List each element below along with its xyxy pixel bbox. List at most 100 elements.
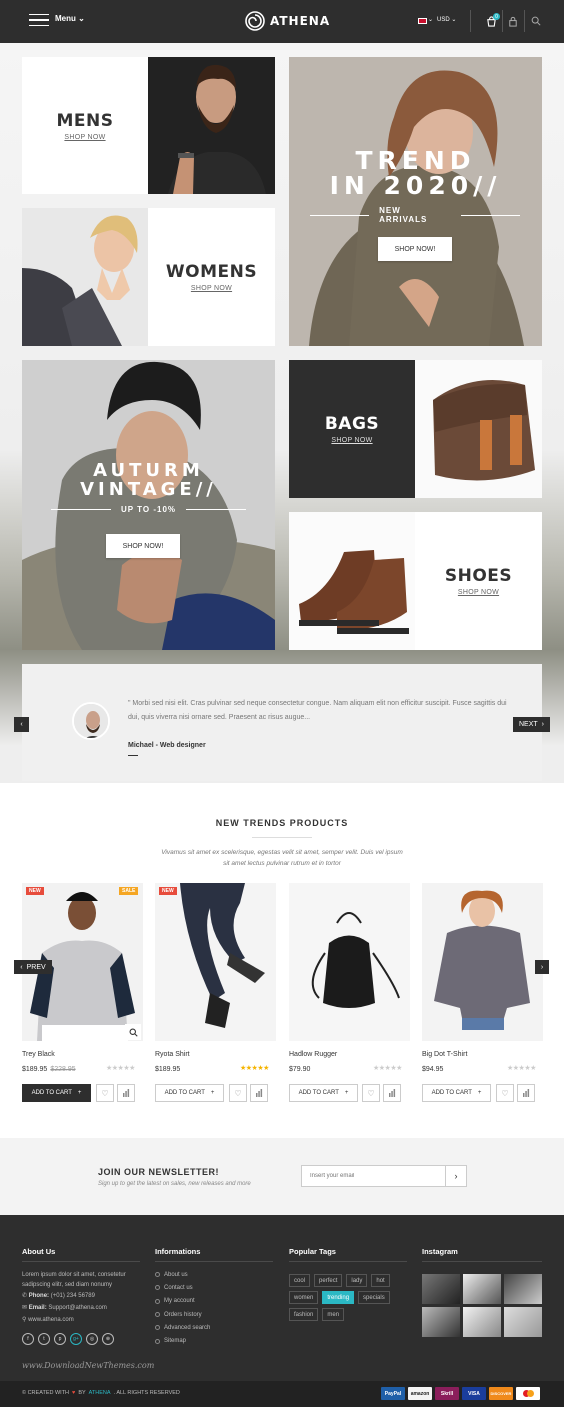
email-row: ✉ Email: Support@athena.com bbox=[22, 1303, 107, 1313]
email-label: Email: bbox=[28, 1305, 47, 1311]
compare-button[interactable] bbox=[117, 1084, 135, 1102]
tag[interactable]: men bbox=[322, 1308, 345, 1321]
product-name[interactable]: Trey Black bbox=[22, 1051, 55, 1058]
chevron-right-icon: › bbox=[454, 1171, 458, 1181]
trend-heading: TREND IN 2020// bbox=[289, 148, 542, 198]
copyright-by: BY bbox=[78, 1390, 86, 1396]
products-prev-button[interactable]: ‹ PREV bbox=[14, 960, 52, 974]
instagram-photo[interactable] bbox=[463, 1307, 501, 1337]
add-to-cart-button[interactable]: ADD TO CART + bbox=[155, 1084, 224, 1102]
copyright-brand[interactable]: ATHENA bbox=[89, 1390, 111, 1396]
dribbble-icon[interactable]: ⊛ bbox=[102, 1333, 114, 1345]
compare-button[interactable] bbox=[517, 1084, 535, 1102]
instagram-photo[interactable] bbox=[504, 1307, 542, 1337]
trend-shop-button[interactable]: SHOP NOW! bbox=[378, 237, 452, 261]
instagram-photo[interactable] bbox=[422, 1307, 460, 1337]
website-link[interactable]: www.athena.com bbox=[28, 1317, 74, 1323]
search-icon[interactable] bbox=[529, 13, 543, 29]
womens-shop-link[interactable]: SHOP NOW bbox=[191, 285, 232, 292]
cart-count-badge: 0 bbox=[493, 13, 500, 20]
product-name[interactable]: Hadlow Rugger bbox=[289, 1051, 337, 1058]
instagram-icon[interactable]: ◎ bbox=[86, 1333, 98, 1345]
location-icon: ⚲ bbox=[22, 1317, 27, 1323]
bags-title: BAGS bbox=[324, 414, 380, 434]
shoes-shop-link[interactable]: SHOP NOW bbox=[458, 589, 499, 596]
mastercard-icon bbox=[516, 1387, 540, 1400]
google-plus-icon[interactable]: g+ bbox=[70, 1333, 82, 1345]
product-image[interactable] bbox=[289, 883, 410, 1041]
footer-link-sitemap[interactable]: Sitemap bbox=[155, 1334, 210, 1347]
womens-banner[interactable]: WOMENS SHOP NOW bbox=[148, 208, 275, 346]
amazon-icon: amazon bbox=[408, 1387, 432, 1400]
product-price: $94.95 bbox=[422, 1066, 444, 1073]
tag[interactable]: perfect bbox=[314, 1274, 343, 1287]
chevron-right-icon: › bbox=[540, 963, 544, 971]
products-next-button[interactable]: › bbox=[535, 960, 549, 974]
instagram-photo[interactable] bbox=[504, 1274, 542, 1304]
twitter-icon[interactable]: t bbox=[38, 1333, 50, 1345]
autumn-shop-button[interactable]: SHOP NOW! bbox=[106, 534, 180, 558]
tag[interactable]: women bbox=[289, 1291, 319, 1304]
product-image[interactable] bbox=[155, 883, 276, 1041]
info-links: About us Contact us My account Orders hi… bbox=[155, 1268, 210, 1348]
shoes-photo bbox=[289, 512, 415, 650]
tag[interactable]: lady bbox=[346, 1274, 368, 1287]
tag[interactable]: specials bbox=[358, 1291, 390, 1304]
testimonial-prev-button[interactable]: ‹ bbox=[14, 717, 29, 732]
pinterest-icon[interactable]: p bbox=[54, 1333, 66, 1345]
compare-button[interactable] bbox=[383, 1084, 401, 1102]
tag[interactable]: cool bbox=[289, 1274, 311, 1287]
mens-banner[interactable]: MENS SHOP NOW bbox=[22, 57, 148, 194]
wishlist-button[interactable]: ♡ bbox=[362, 1084, 380, 1102]
newsletter-email-input[interactable] bbox=[301, 1165, 446, 1187]
instagram-photo[interactable] bbox=[463, 1274, 501, 1304]
email-value[interactable]: Support@athena.com bbox=[48, 1305, 106, 1311]
footer-link-about[interactable]: About us bbox=[155, 1268, 210, 1281]
logo[interactable]: ATHENA bbox=[244, 10, 330, 32]
facebook-icon[interactable]: f bbox=[22, 1333, 34, 1345]
product-price: $189.95 $228.95 bbox=[22, 1066, 76, 1073]
currency-select[interactable]: USD ⌄ bbox=[437, 16, 456, 23]
instagram-photo[interactable] bbox=[422, 1274, 460, 1304]
menu-button[interactable]: Menu ⌄ bbox=[55, 14, 85, 23]
mens-shop-link[interactable]: SHOP NOW bbox=[64, 134, 105, 141]
compare-button[interactable] bbox=[250, 1084, 268, 1102]
instagram-grid bbox=[422, 1274, 542, 1337]
autumn-line2: VINTAGE// bbox=[80, 479, 217, 500]
product-name[interactable]: Ryota Shirt bbox=[155, 1051, 190, 1058]
newsletter-submit-button[interactable]: › bbox=[445, 1165, 467, 1187]
wishlist-button[interactable]: ♡ bbox=[496, 1084, 514, 1102]
footer-link-contact[interactable]: Contact us bbox=[155, 1281, 210, 1294]
shoes-banner[interactable]: SHOES SHOP NOW bbox=[415, 512, 542, 650]
flag-icon[interactable] bbox=[418, 18, 427, 24]
lock-icon[interactable] bbox=[506, 13, 520, 29]
testimonial-next-button[interactable]: NEXT › bbox=[513, 717, 550, 732]
plus-icon: + bbox=[344, 1090, 349, 1096]
footer-link-account[interactable]: My account bbox=[155, 1295, 210, 1308]
add-to-cart-button[interactable]: ADD TO CART + bbox=[22, 1084, 91, 1102]
wishlist-button[interactable]: ♡ bbox=[96, 1084, 114, 1102]
newsletter-section bbox=[0, 1138, 564, 1215]
copyright-suffix: . ALL RIGHTS RESERVED bbox=[113, 1390, 180, 1396]
tag-cloud: cool perfect lady hot women trending spe… bbox=[289, 1274, 404, 1321]
info-title: Informations bbox=[155, 1247, 201, 1256]
product-image[interactable] bbox=[422, 883, 543, 1041]
hamburger-icon[interactable] bbox=[29, 14, 49, 26]
bags-photo bbox=[415, 360, 542, 498]
bags-banner[interactable]: BAGS SHOP NOW bbox=[289, 360, 415, 498]
rating-stars: ★★★★★ bbox=[507, 1065, 536, 1072]
next-label: NEXT bbox=[518, 721, 538, 728]
wishlist-button[interactable]: ♡ bbox=[229, 1084, 247, 1102]
tag-active[interactable]: trending bbox=[322, 1291, 355, 1304]
tag[interactable]: fashion bbox=[289, 1308, 319, 1321]
zoom-icon[interactable] bbox=[125, 1024, 141, 1040]
bags-shop-link[interactable]: SHOP NOW bbox=[331, 437, 372, 444]
trend-subtitle: NEW ARRIVALS bbox=[379, 206, 428, 224]
footer-link-search[interactable]: Advanced search bbox=[155, 1321, 210, 1334]
tag[interactable]: hot bbox=[371, 1274, 390, 1287]
product-name[interactable]: Big Dot T-Shirt bbox=[422, 1051, 467, 1058]
add-to-cart-button[interactable]: ADD TO CART + bbox=[289, 1084, 358, 1102]
autumn-line1: AUTURM bbox=[93, 460, 204, 481]
add-to-cart-button[interactable]: ADD TO CART + bbox=[422, 1084, 491, 1102]
footer-link-orders[interactable]: Orders history bbox=[155, 1308, 210, 1321]
